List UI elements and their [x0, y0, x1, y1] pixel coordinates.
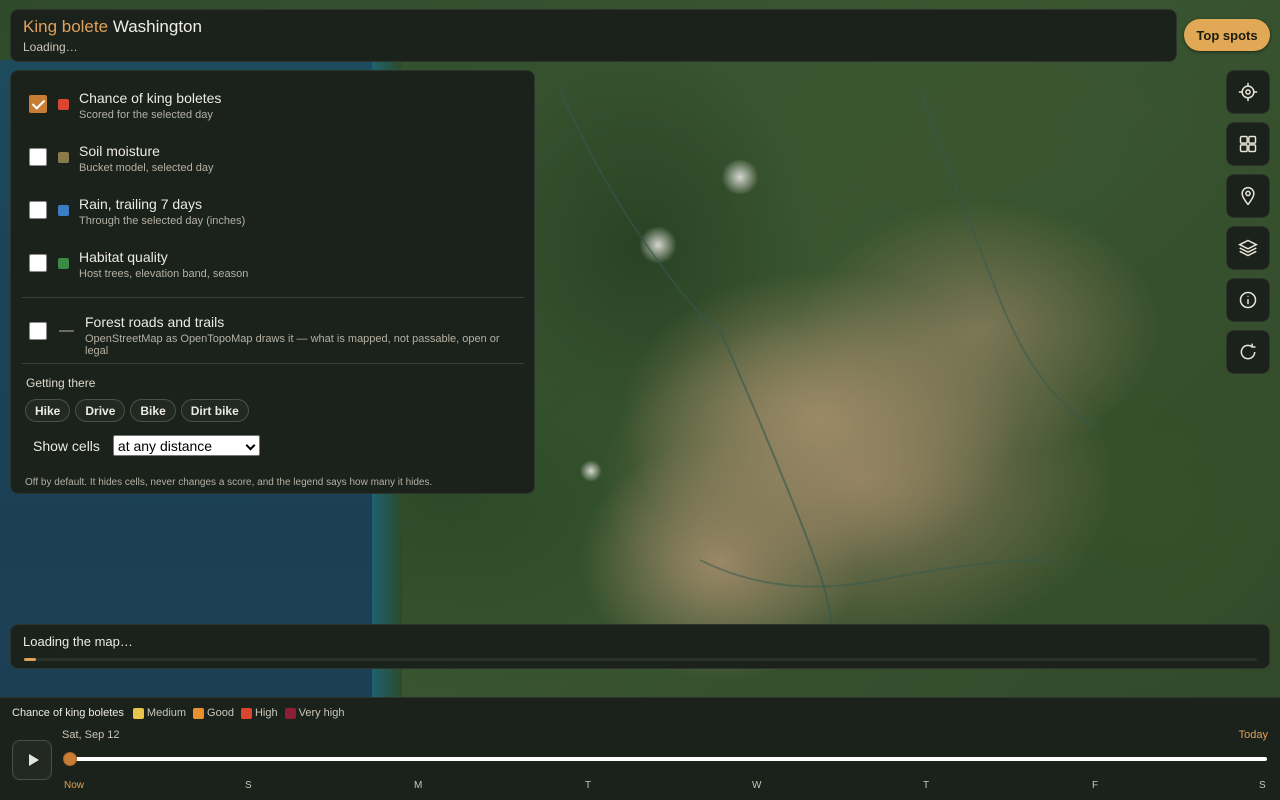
day-tick[interactable]: S — [1259, 780, 1266, 791]
header-status: Loading… — [23, 40, 78, 54]
layer-title: Forest roads and trails — [85, 314, 225, 330]
getting-there-label: Getting there — [26, 376, 96, 390]
legend-swatch — [193, 707, 205, 719]
layer-title: Habitat quality — [79, 249, 168, 265]
panel-divider — [22, 363, 524, 364]
legend-label: High — [254, 707, 278, 719]
title-species: King bolete — [23, 17, 109, 36]
layer-habitat-checkbox[interactable] — [29, 254, 47, 272]
info-button[interactable] — [1226, 278, 1270, 322]
layer-chance-checkbox[interactable] — [29, 95, 47, 113]
timeline-slider-track[interactable] — [64, 757, 1267, 761]
layer-title: Rain, trailing 7 days — [79, 196, 202, 212]
layer-soil-moisture-checkbox[interactable] — [29, 148, 47, 166]
day-tick[interactable]: S — [245, 780, 252, 791]
travel-mode-group: Hike Drive Bike Dirt bike — [25, 399, 520, 422]
top-spots-button[interactable]: Top spots — [1184, 19, 1270, 51]
map-loading-panel: Loading the map… — [10, 624, 1270, 669]
pin-button[interactable] — [1226, 174, 1270, 218]
play-button[interactable] — [12, 740, 52, 780]
layer-chance[interactable]: Chance of king boletes Scored for the se… — [25, 85, 520, 138]
layer-roads-checkbox[interactable] — [29, 322, 47, 340]
legend: Chance of king boletes Medium Good High … — [12, 707, 351, 719]
legend-item-high: High — [240, 707, 278, 719]
distance-select-value: at any distance — [117, 437, 213, 454]
today-link[interactable]: Today — [1239, 729, 1268, 741]
legend-swatch — [132, 707, 144, 719]
map-loading-text: Loading the map… — [23, 634, 133, 649]
layer-title: Chance of king boletes — [79, 90, 222, 106]
layer-rain-swatch — [58, 205, 69, 216]
road-line-swatch — [59, 330, 74, 332]
day-tick-now[interactable]: Now — [64, 780, 84, 791]
layer-title: Soil moisture — [79, 143, 160, 159]
refresh-button[interactable] — [1226, 330, 1270, 374]
refresh-icon — [1240, 343, 1256, 360]
show-cells-label: Show cells — [33, 437, 100, 454]
legend-label: Medium — [146, 707, 187, 719]
loading-progress-track — [24, 658, 1257, 661]
day-tick[interactable]: W — [752, 780, 761, 791]
layer-soil-moisture[interactable]: Soil moisture Bucket model, selected day — [25, 138, 520, 191]
grid-icon — [1239, 135, 1257, 153]
day-tick[interactable]: F — [1092, 780, 1098, 791]
day-tick[interactable]: M — [414, 780, 422, 791]
legend-item-very-high: Very high — [284, 707, 345, 719]
mode-dirt-bike-button[interactable]: Dirt bike — [180, 399, 249, 422]
layers-panel: Chance of king boletes Scored for the se… — [10, 70, 535, 494]
info-icon — [1239, 291, 1257, 309]
layer-subtitle: Through the selected day (inches) — [79, 215, 246, 227]
legend-swatch — [240, 707, 252, 719]
layer-subtitle: Bucket model, selected day — [79, 162, 214, 174]
legend-title: Chance of king boletes — [12, 707, 124, 719]
mode-hike-button[interactable]: Hike — [25, 399, 71, 422]
layer-chance-swatch — [58, 99, 69, 110]
loading-progress-fill — [24, 658, 37, 661]
layer-subtitle: Host trees, elevation band, season — [79, 268, 249, 280]
legend-label: Good — [207, 707, 234, 719]
play-icon — [28, 754, 39, 766]
layer-soil-moisture-swatch — [58, 152, 69, 163]
grid-button[interactable] — [1226, 122, 1270, 166]
layer-habitat[interactable]: Habitat quality Host trees, elevation ba… — [25, 244, 520, 297]
mode-bike-button[interactable]: Bike — [130, 399, 176, 422]
app-title: King bolete Washington — [23, 17, 1164, 37]
day-tick[interactable]: T — [585, 780, 591, 791]
mode-drive-button[interactable]: Drive — [75, 399, 126, 422]
timeline-bar: Chance of king boletes Medium Good High … — [0, 697, 1280, 800]
app-header: King bolete Washington Loading… — [10, 9, 1177, 62]
layer-subtitle: OpenStreetMap as OpenTopoMap draws it — … — [85, 333, 500, 357]
layers-button[interactable] — [1226, 226, 1270, 270]
selected-date: Sat, Sep 12 — [62, 729, 120, 741]
legend-label: Very high — [298, 707, 345, 719]
layers-icon — [1238, 239, 1258, 257]
layer-habitat-swatch — [58, 258, 69, 269]
map-pin-icon — [1241, 186, 1255, 206]
layer-subtitle: Scored for the selected day — [79, 109, 213, 121]
layer-rain[interactable]: Rain, trailing 7 days Through the select… — [25, 191, 520, 244]
day-tick[interactable]: T — [923, 780, 929, 791]
layer-rain-checkbox[interactable] — [29, 201, 47, 219]
title-region: Washington — [112, 17, 202, 36]
locate-button[interactable] — [1226, 70, 1270, 114]
legend-swatch — [284, 707, 296, 719]
chevron-down-icon — [245, 440, 256, 451]
legend-item-medium: Medium — [132, 707, 187, 719]
footnote: Off by default. It hides cells, never ch… — [25, 477, 433, 488]
layer-roads[interactable]: Forest roads and trails OpenStreetMap as… — [25, 298, 520, 363]
timeline-slider-thumb[interactable] — [63, 752, 77, 766]
locate-icon — [1238, 82, 1258, 102]
legend-item-good: Good — [193, 707, 234, 719]
distance-select[interactable]: at any distance — [112, 435, 260, 456]
show-cells-row: Show cells at any distance — [33, 435, 520, 456]
